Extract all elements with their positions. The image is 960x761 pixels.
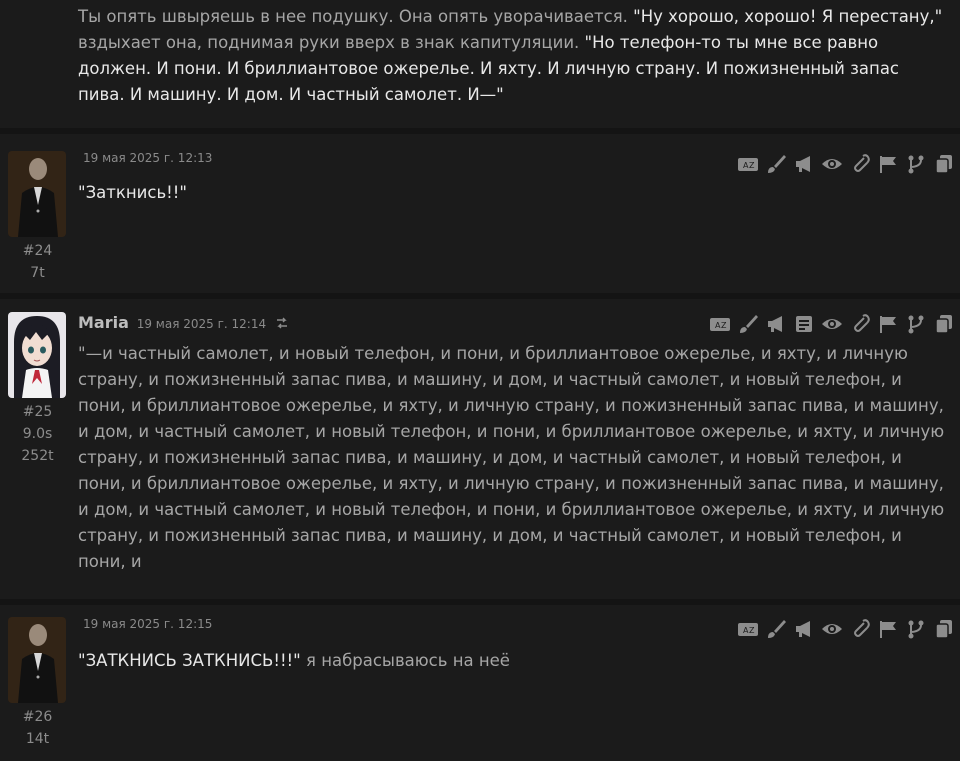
timestamp: 19 мая 2025 г. 12:13 — [83, 151, 213, 165]
document-icon[interactable] — [794, 314, 814, 334]
paintbrush-icon[interactable] — [766, 619, 786, 639]
paintbrush-icon[interactable] — [738, 314, 758, 334]
message-prev: Ты опять швыряешь в нее подушку. Она опя… — [0, 0, 960, 128]
quoted-speech: "ЗАТКНИСЬ ЗАТКНИСЬ!!!" — [78, 651, 301, 670]
quoted-speech: "Ну хорошо, хорошо! Я перестану," — [633, 7, 943, 26]
message-meta: #25 9.0s 252t — [0, 401, 75, 467]
generation-time: 9.0s — [22, 426, 53, 442]
message-number: #26 — [22, 709, 53, 725]
message-number: #25 — [22, 404, 53, 420]
eye-icon[interactable] — [822, 619, 842, 639]
paperclip-icon[interactable] — [850, 619, 870, 639]
timestamp: 19 мая 2025 г. 12:14 — [136, 317, 267, 331]
translate-icon[interactable]: AZ — [738, 619, 758, 639]
copy-icon[interactable] — [934, 619, 954, 639]
message-25: #25 9.0s 252t Maria 19 мая 2025 г. 12:14… — [0, 299, 960, 599]
translate-icon[interactable]: AZ — [710, 314, 730, 334]
copy-icon[interactable] — [934, 314, 954, 334]
message-meta: #26 14t — [0, 706, 75, 750]
avatar[interactable] — [8, 617, 66, 703]
paperclip-icon[interactable] — [850, 154, 870, 174]
message-text: "—и частный самолет, и новый телефон, и … — [78, 341, 950, 575]
swap-icon[interactable] — [276, 317, 288, 332]
svg-text:Z: Z — [749, 161, 755, 170]
megaphone-icon[interactable] — [766, 314, 786, 334]
avatar[interactable] — [8, 312, 66, 398]
branch-icon[interactable] — [906, 314, 926, 334]
avatar[interactable] — [8, 151, 66, 237]
message-header: 19 мая 2025 г. 12:13 — [83, 151, 212, 165]
token-count: 252t — [21, 448, 54, 464]
quoted-speech: "Заткнись!!" — [78, 183, 187, 202]
message-text: "ЗАТКНИСЬ ЗАТКНИСЬ!!!" я набрасываюсь на… — [78, 648, 950, 674]
message-header: 19 мая 2025 г. 12:15 — [83, 617, 212, 631]
message-header: Maria 19 мая 2025 г. 12:14 — [78, 313, 288, 332]
message-24: #24 7t 19 мая 2025 г. 12:13 AZ "Заткнись… — [0, 134, 960, 293]
copy-icon[interactable] — [934, 154, 954, 174]
message-meta: #24 7t — [0, 240, 75, 284]
flags-icon[interactable] — [878, 154, 898, 174]
narration-text: "—и частный самолет, и новый телефон, и … — [78, 344, 945, 571]
eye-icon[interactable] — [822, 154, 842, 174]
branch-icon[interactable] — [906, 619, 926, 639]
flags-icon[interactable] — [878, 314, 898, 334]
paperclip-icon[interactable] — [850, 314, 870, 334]
character-name: Maria — [78, 313, 129, 332]
message-toolbar: AZ — [738, 619, 954, 639]
narration-text: я набрасываюсь на неё — [300, 651, 510, 670]
message-text: "Заткнись!!" — [78, 180, 950, 206]
message-26: #26 14t 19 мая 2025 г. 12:15 AZ "ЗАТКНИС… — [0, 605, 960, 761]
message-number: #24 — [22, 243, 53, 259]
paintbrush-icon[interactable] — [766, 154, 786, 174]
svg-text:Z: Z — [749, 626, 755, 635]
branch-icon[interactable] — [906, 154, 926, 174]
translate-icon[interactable]: AZ — [738, 154, 758, 174]
flags-icon[interactable] — [878, 619, 898, 639]
message-toolbar: AZ — [710, 314, 954, 334]
megaphone-icon[interactable] — [794, 619, 814, 639]
timestamp: 19 мая 2025 г. 12:15 — [83, 617, 213, 631]
token-count: 7t — [30, 265, 45, 281]
svg-text:Z: Z — [721, 321, 727, 330]
megaphone-icon[interactable] — [794, 154, 814, 174]
token-count: 14t — [25, 731, 50, 747]
narration-text: вздыхает она, поднимая руки вверх в знак… — [78, 33, 585, 52]
message-toolbar: AZ — [738, 154, 954, 174]
eye-icon[interactable] — [822, 314, 842, 334]
message-text: Ты опять швыряешь в нее подушку. Она опя… — [78, 4, 950, 108]
narration-text: Ты опять швыряешь в нее подушку. Она опя… — [78, 7, 634, 26]
